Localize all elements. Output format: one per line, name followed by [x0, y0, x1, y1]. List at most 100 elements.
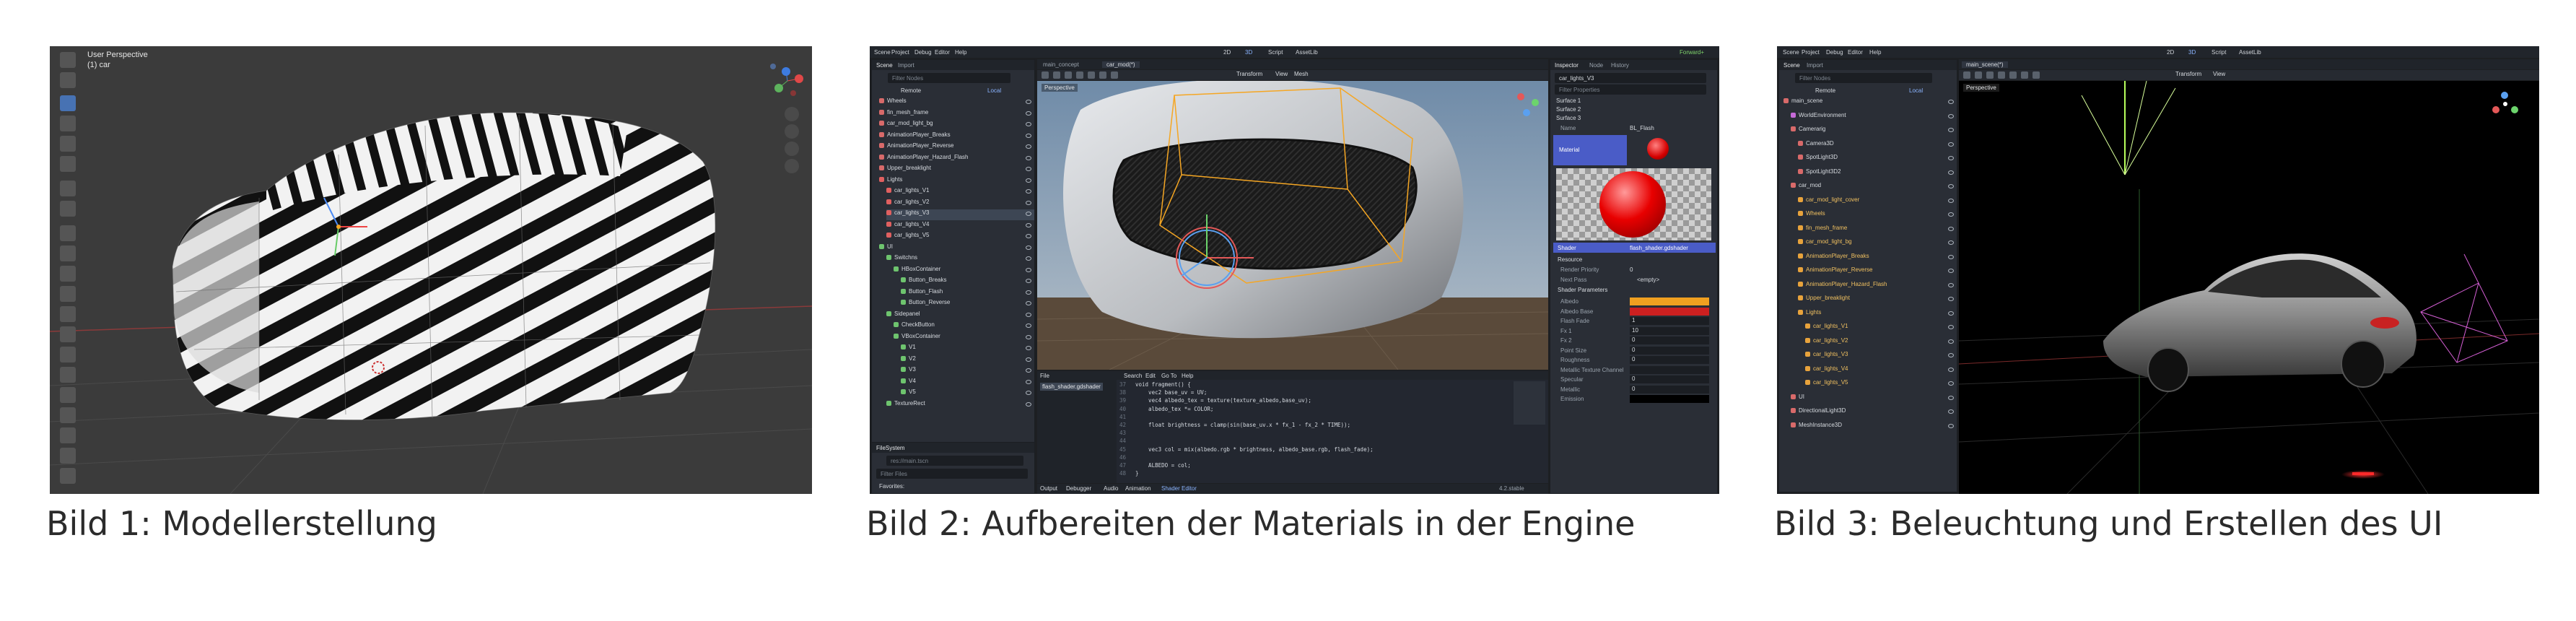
scene-tree-item[interactable]: car_mod_light_cover — [1798, 196, 1957, 207]
visibility-eye-icon[interactable] — [1948, 367, 1954, 372]
visibility-eye-icon[interactable] — [1026, 401, 1031, 407]
select-tool-icon[interactable] — [60, 72, 76, 88]
add-cube-tool-icon[interactable] — [60, 225, 76, 241]
local-toggle[interactable]: Local — [987, 87, 1001, 94]
scene-tree-item[interactable]: car_lights_V1 — [886, 187, 1034, 198]
move-mode-icon[interactable] — [1053, 71, 1060, 79]
scene-tree-item[interactable]: Button_Flash — [901, 288, 1034, 299]
transform-tool-icon[interactable] — [60, 156, 76, 172]
scene-tree-item[interactable]: UI — [1791, 394, 1957, 404]
scene-tree-item[interactable]: SpotLight3D2 — [1798, 168, 1957, 179]
scene-tree-item[interactable]: DirectionalLight3D — [1791, 407, 1957, 418]
visibility-eye-icon[interactable] — [1948, 170, 1954, 175]
scene-tree-item[interactable]: Button_Breaks — [901, 277, 1034, 287]
tab-inspector[interactable]: Inspector — [1555, 62, 1579, 69]
scene-tab-main-scene[interactable]: main_scene(*) — [1962, 61, 2008, 68]
menu-transform[interactable]: Transform — [1236, 71, 1262, 77]
pan-icon[interactable] — [785, 124, 799, 139]
visibility-eye-icon[interactable] — [1948, 100, 1954, 104]
visibility-eye-icon[interactable] — [1026, 122, 1031, 126]
visibility-eye-icon[interactable] — [1026, 267, 1031, 272]
scene-tree-item[interactable]: Upper_breaklight — [879, 165, 1034, 175]
favorites-item[interactable]: Favorites: — [879, 483, 904, 490]
move-mode-icon-3[interactable] — [1975, 71, 1982, 79]
tab-filesystem[interactable]: FileSystem — [876, 445, 905, 451]
scene-tree-item[interactable]: Lights — [1798, 309, 1957, 320]
edit-menu[interactable]: Edit — [1145, 373, 1156, 379]
visibility-eye-icon[interactable] — [1948, 254, 1954, 259]
visibility-eye-icon[interactable] — [1948, 156, 1954, 160]
visibility-eye-icon[interactable] — [1948, 142, 1954, 147]
button-script-3[interactable]: Script — [2212, 49, 2226, 56]
scene-tree-item[interactable]: AnimationPlayer_Reverse — [879, 142, 1034, 153]
shader-param-value[interactable]: 0 — [1630, 356, 1709, 364]
scene-tree-item[interactable]: VBoxContainer — [894, 333, 1034, 344]
visibility-eye-icon[interactable] — [1026, 290, 1031, 295]
menu-editor[interactable]: Editor — [935, 49, 950, 56]
menu-view-3[interactable]: View — [2213, 71, 2225, 77]
shader-param-value[interactable]: 1 — [1630, 317, 1709, 325]
scene-tree-item[interactable]: car_lights_V4 — [1805, 365, 1957, 376]
menu-mesh[interactable]: Mesh — [1294, 71, 1309, 77]
scene-tree-item[interactable]: V1 — [901, 344, 1034, 355]
scene-tree-item[interactable]: V2 — [901, 355, 1034, 366]
shader-param-value[interactable] — [1630, 395, 1709, 403]
menu-editor-3[interactable]: Editor — [1848, 49, 1863, 56]
scene-tree-item[interactable]: AnimationPlayer_Hazard_Flash — [1798, 281, 1957, 292]
visibility-eye-icon[interactable] — [1026, 133, 1031, 138]
resource-section[interactable]: Resource — [1558, 256, 1582, 263]
scene-tree-item[interactable]: car_lights_V3 — [1805, 351, 1957, 362]
scene-tree-item[interactable]: V3 — [901, 366, 1034, 377]
menu-transform-3[interactable]: Transform — [2175, 71, 2201, 77]
visibility-eye-icon[interactable] — [1026, 301, 1031, 305]
scene-tree-item[interactable]: car_lights_V3 — [886, 209, 1034, 220]
shader-param-value[interactable] — [1630, 298, 1709, 305]
next-pass-value[interactable]: <empty> — [1637, 277, 1659, 283]
remote-toggle-3[interactable]: Remote — [1815, 87, 1835, 94]
visibility-eye-icon[interactable] — [1948, 395, 1954, 400]
shader-param-value[interactable]: 0 — [1630, 375, 1709, 383]
shader-param-value[interactable]: 10 — [1630, 326, 1709, 335]
visibility-eye-icon[interactable] — [1948, 282, 1954, 287]
visibility-eye-icon[interactable] — [1026, 391, 1031, 395]
scene-tree-item[interactable]: main_scene — [1783, 97, 1957, 108]
visibility-eye-icon[interactable] — [1026, 279, 1031, 283]
visibility-eye-icon[interactable] — [1948, 353, 1954, 357]
menu-scene-3[interactable]: Scene — [1783, 49, 1799, 56]
scene-tree-item[interactable]: car_lights_V5 — [1805, 379, 1957, 390]
loop-cut-tool-icon[interactable] — [60, 306, 76, 322]
visibility-eye-icon[interactable] — [1948, 212, 1954, 217]
tab-audio[interactable]: Audio — [1104, 485, 1118, 492]
scene-tree-item[interactable]: Sidepanel — [886, 310, 1034, 321]
scene-tree-item[interactable]: WorldEnvironment — [1791, 112, 1957, 123]
scene-tab-car-mod[interactable]: car_mod(*) — [1102, 61, 1140, 68]
file-menu[interactable]: File — [1040, 373, 1049, 379]
lock-icon[interactable] — [1099, 71, 1106, 79]
search-menu[interactable]: Search — [1124, 373, 1142, 379]
list-select-icon-3[interactable] — [2009, 71, 2017, 79]
visibility-eye-icon[interactable] — [1026, 234, 1031, 238]
shader-params-section[interactable]: Shader Parameters — [1558, 287, 1607, 293]
tab-history[interactable]: History — [1611, 62, 1629, 69]
visibility-eye-icon[interactable] — [1026, 200, 1031, 205]
scene-tree-item[interactable]: Lights — [879, 176, 1034, 187]
button-assetlib[interactable]: AssetLib — [1296, 49, 1318, 56]
visibility-eye-icon[interactable] — [1026, 379, 1031, 384]
shader-value[interactable]: flash_shader.gdshader — [1630, 245, 1688, 251]
visibility-eye-icon[interactable] — [1948, 113, 1954, 118]
visibility-eye-icon[interactable] — [1948, 128, 1954, 132]
visibility-eye-icon[interactable] — [1948, 423, 1954, 428]
menu-project[interactable]: Project — [891, 49, 909, 56]
poly-build-tool-icon[interactable] — [60, 347, 76, 362]
perspective-menu[interactable]: Perspective — [1042, 84, 1078, 92]
menu-project-3[interactable]: Project — [1802, 49, 1820, 56]
scene-tree-item[interactable]: TextureRect — [886, 400, 1034, 411]
bevel-tool-icon[interactable] — [60, 286, 76, 302]
scene-tree-item[interactable]: Upper_breaklight — [1798, 295, 1957, 305]
goto-menu[interactable]: Go To — [1161, 373, 1176, 379]
scale-tool-icon[interactable] — [60, 136, 76, 152]
tab-scene-3[interactable]: Scene — [1783, 62, 1800, 69]
button-script[interactable]: Script — [1268, 49, 1283, 56]
annotate-tool-icon[interactable] — [60, 181, 76, 196]
scene-tree-item[interactable]: Camera3D — [1798, 140, 1957, 151]
